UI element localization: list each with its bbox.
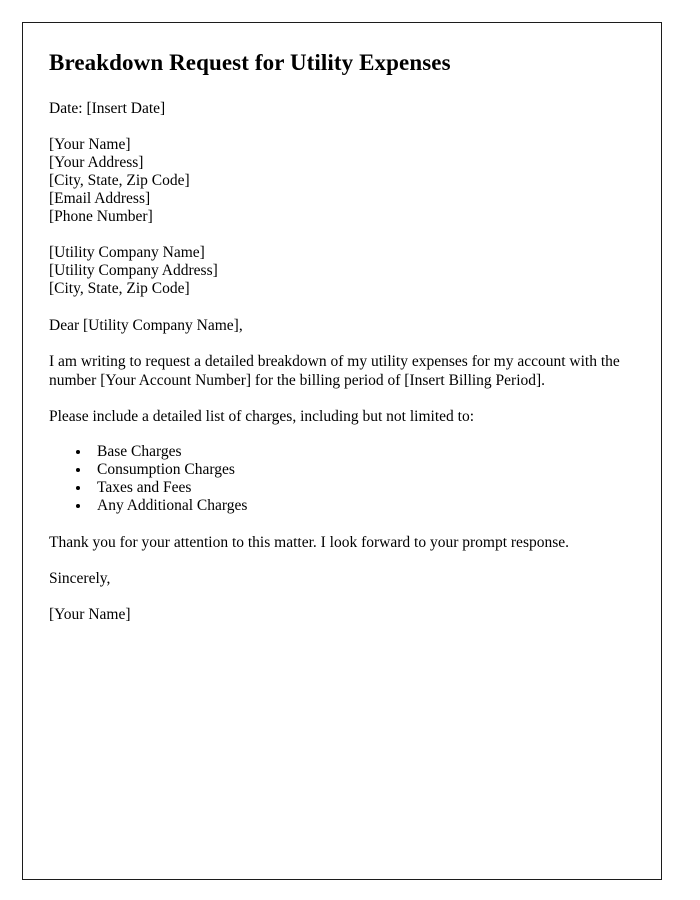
sender-address-block: [Your Name] [Your Address] [City, State,… bbox=[49, 136, 619, 226]
charge-list: Base Charges Consumption Charges Taxes a… bbox=[49, 443, 635, 515]
sender-street: [Your Address] bbox=[49, 154, 144, 172]
list-item: Consumption Charges bbox=[91, 461, 635, 479]
closing-paragraph: Thank you for your attention to this mat… bbox=[49, 534, 570, 552]
list-intro: Please include a detailed list of charge… bbox=[49, 408, 475, 426]
document-page: Breakdown Request for Utility Expenses D… bbox=[22, 22, 662, 880]
recipient-address-block: [Utility Company Name] [Utility Company … bbox=[49, 244, 619, 298]
date-line: Date: [Insert Date] bbox=[49, 99, 166, 117]
page-title: Breakdown Request for Utility Expenses bbox=[49, 50, 451, 75]
closing-valediction: Sincerely, bbox=[49, 570, 111, 588]
recipient-company-address: [Utility Company Address] bbox=[49, 262, 218, 280]
sender-email: [Email Address] bbox=[49, 190, 151, 208]
salutation: Dear [Utility Company Name], bbox=[49, 317, 243, 335]
signature-name: [Your Name] bbox=[49, 606, 131, 624]
document-content: Breakdown Request for Utility Expenses D… bbox=[23, 23, 661, 624]
list-item: Base Charges bbox=[91, 443, 635, 461]
sender-phone: [Phone Number] bbox=[49, 208, 153, 226]
sender-name: [Your Name] bbox=[49, 136, 131, 154]
body-paragraph: I am writing to request a detailed break… bbox=[49, 353, 620, 390]
sender-city-state-zip: [City, State, Zip Code] bbox=[49, 172, 190, 190]
list-item: Taxes and Fees bbox=[91, 479, 635, 497]
list-item: Any Additional Charges bbox=[91, 497, 635, 515]
recipient-city-state-zip: [City, State, Zip Code] bbox=[49, 280, 190, 298]
recipient-company-name: [Utility Company Name] bbox=[49, 244, 205, 262]
